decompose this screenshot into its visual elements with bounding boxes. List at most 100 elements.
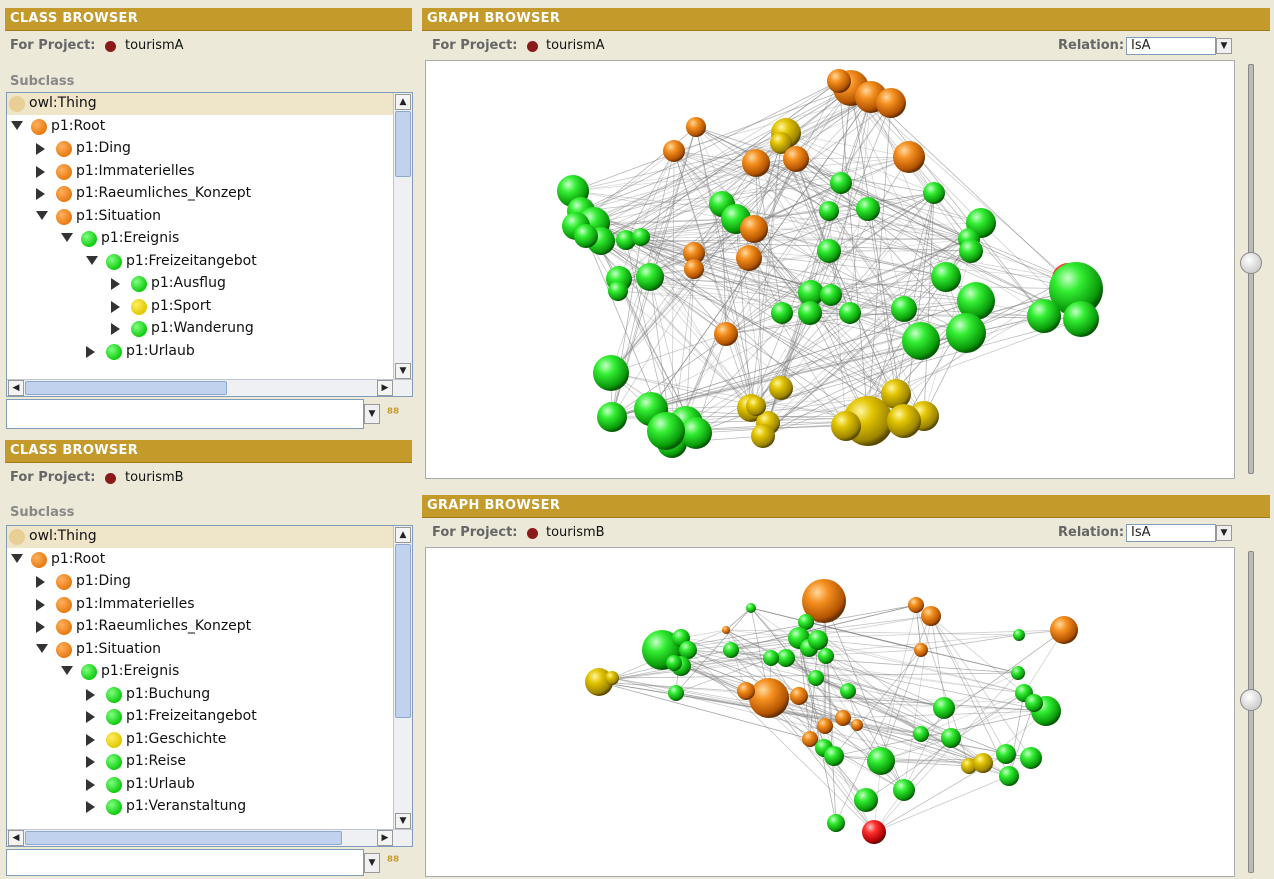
expand-triangle-icon[interactable] [86,345,95,358]
expand-triangle-icon[interactable] [111,300,120,313]
graph-node[interactable] [824,746,844,766]
vertical-scrollbar[interactable]: ▲ ▼ [393,526,412,830]
graph-node[interactable] [862,820,886,844]
zoom-slider-knob[interactable] [1240,252,1262,274]
graph-node[interactable] [668,685,684,701]
search-input[interactable] [6,849,364,876]
search-input[interactable] [6,399,364,429]
tree-item[interactable]: p1:Situation [7,639,412,661]
graph-node[interactable] [827,69,851,93]
tree-item[interactable]: p1:Reise [7,751,412,773]
graph-node[interactable] [827,814,845,832]
graph-node[interactable] [819,201,839,221]
graph-node[interactable] [839,302,861,324]
tree-item[interactable]: owl:Thing [7,93,412,115]
zoom-slider-knob[interactable] [1240,689,1262,711]
graph-node[interactable] [749,678,789,718]
collapse-triangle-icon[interactable] [11,553,23,563]
graph-node[interactable] [891,296,917,322]
tree-item[interactable]: p1:Geschichte [7,729,412,751]
expand-triangle-icon[interactable] [36,165,45,178]
graph-node[interactable] [851,719,863,731]
horizontal-scrollbar[interactable]: ◀ ▶ [7,379,412,396]
graph-node[interactable] [818,648,834,664]
graph-node[interactable] [908,597,924,613]
search-dropdown-button[interactable]: ▼ [364,853,380,873]
graph-node[interactable] [636,263,664,291]
graph-canvas[interactable] [425,60,1235,479]
tree-item[interactable]: p1:Ding [7,138,412,160]
graph-node[interactable] [887,404,921,438]
tree-item[interactable]: p1:Immaterielles [7,161,412,183]
graph-svg[interactable] [426,548,1234,876]
scroll-up-button[interactable]: ▲ [395,94,411,110]
tree-item[interactable]: p1:Raeumliches_Konzept [7,616,412,638]
graph-node[interactable] [854,788,878,812]
graph-node[interactable] [808,630,828,650]
binoculars-icon[interactable]: ⁸⁸ [387,854,399,870]
graph-node[interactable] [893,141,925,173]
zoom-slider-track[interactable] [1248,551,1254,873]
collapse-triangle-icon[interactable] [61,233,73,242]
collapse-triangle-icon[interactable] [61,666,73,675]
graph-node[interactable] [666,655,682,671]
graph-node[interactable] [605,671,619,685]
scroll-up-button[interactable]: ▲ [395,527,411,543]
expand-triangle-icon[interactable] [36,188,45,200]
expand-triangle-icon[interactable] [111,278,120,290]
tree-item[interactable]: p1:Sport [7,296,412,318]
tree-item[interactable]: p1:Ereignis [7,661,412,683]
graph-node[interactable] [867,747,895,775]
horizontal-scrollbar[interactable]: ◀ ▶ [7,829,412,846]
scroll-right-button[interactable]: ▶ [377,830,393,846]
graph-svg[interactable] [426,61,1234,478]
graph-node[interactable] [742,149,770,177]
tree-item[interactable]: p1:Raeumliches_Konzept [7,183,412,205]
graph-node[interactable] [802,731,818,747]
tree-item[interactable]: p1:Urlaub [7,774,412,796]
graph-node[interactable] [593,355,629,391]
graph-node[interactable] [996,744,1016,764]
graph-node[interactable] [751,424,775,448]
expand-triangle-icon[interactable] [36,621,45,633]
graph-node[interactable] [931,262,961,292]
graph-node[interactable] [746,603,756,613]
tree-item[interactable]: p1:Ausflug [7,273,412,295]
graph-node[interactable] [647,412,685,450]
graph-node[interactable] [737,682,755,700]
graph-node[interactable] [817,718,833,734]
horizontal-scroll-thumb[interactable] [25,381,227,395]
expand-triangle-icon[interactable] [86,801,95,813]
graph-node[interactable] [959,239,983,263]
graph-node[interactable] [723,642,739,658]
horizontal-scroll-thumb[interactable] [25,831,342,845]
tree-item[interactable]: p1:Immaterielles [7,594,412,616]
expand-triangle-icon[interactable] [36,576,45,588]
graph-node[interactable] [663,140,685,162]
graph-node[interactable] [808,670,824,686]
graph-node[interactable] [740,215,768,243]
graph-node[interactable] [835,710,851,726]
graph-node[interactable] [831,411,861,441]
relation-dropdown-button[interactable]: ▼ [1216,525,1232,541]
vertical-scroll-thumb[interactable] [395,111,411,177]
graph-node[interactable] [746,396,766,416]
tree-item[interactable]: p1:Veranstaltung [7,796,412,818]
expand-triangle-icon[interactable] [86,733,95,746]
graph-node[interactable] [714,322,738,346]
tree-item[interactable]: p1:Freizeitangebot [7,251,412,273]
graph-node[interactable] [686,117,706,137]
expand-triangle-icon[interactable] [86,756,95,768]
graph-node[interactable] [763,650,779,666]
graph-node[interactable] [608,281,628,301]
search-dropdown-button[interactable]: ▼ [364,404,380,424]
tree-item[interactable]: owl:Thing [7,526,412,548]
relation-dropdown-button[interactable]: ▼ [1216,38,1232,54]
expand-triangle-icon[interactable] [86,711,95,723]
graph-node[interactable] [1025,694,1043,712]
graph-node[interactable] [913,726,929,742]
graph-node[interactable] [798,301,822,325]
tree-item[interactable]: p1:Root [7,549,412,571]
vertical-scroll-thumb[interactable] [395,544,411,718]
graph-node[interactable] [921,606,941,626]
